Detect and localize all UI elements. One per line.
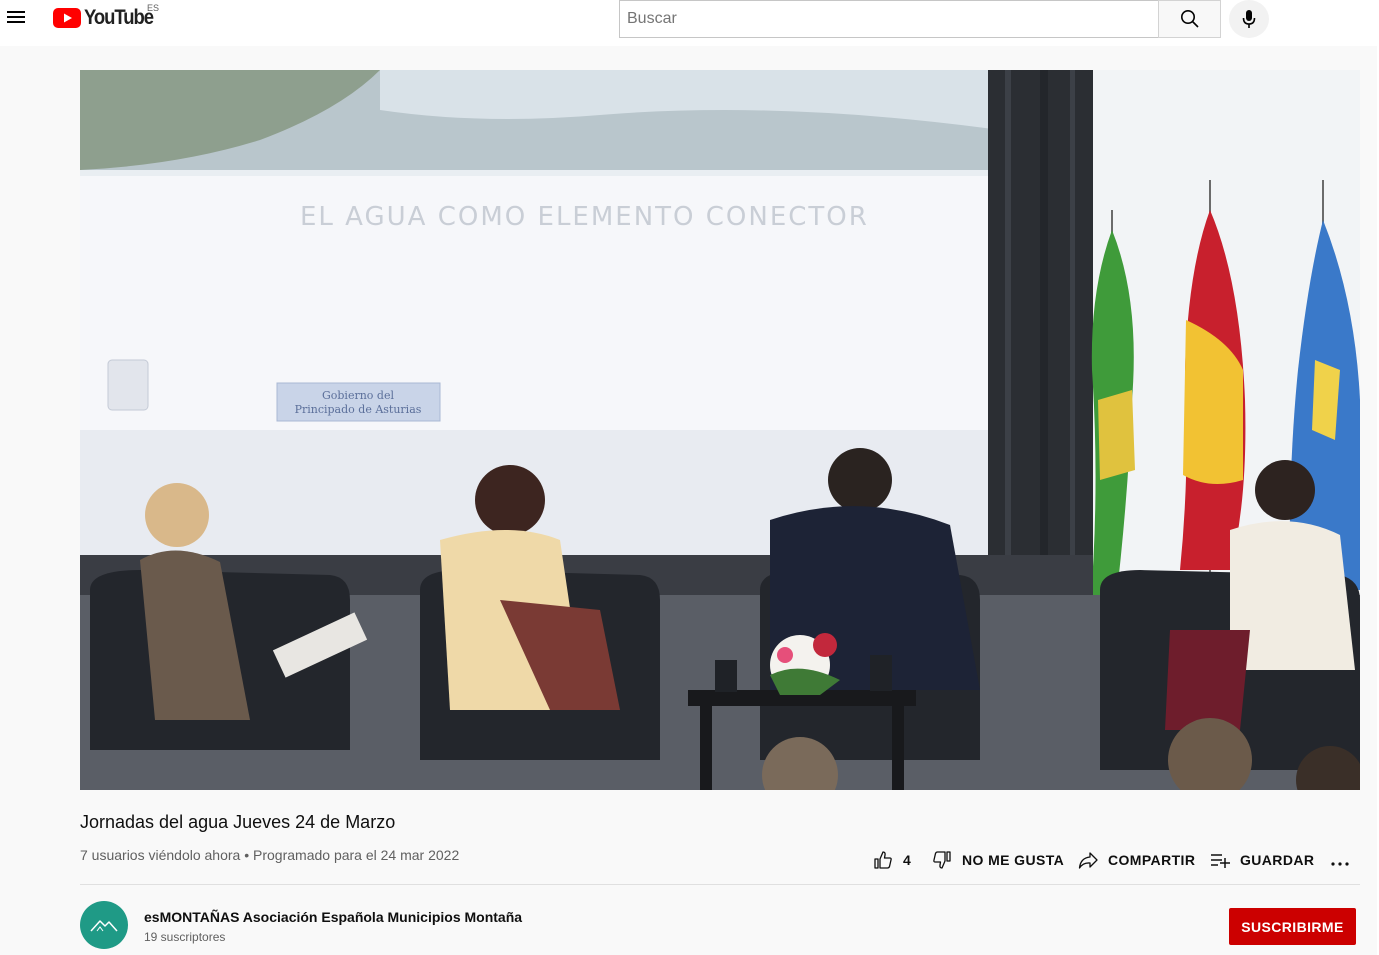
subscribe-button[interactable]: SUSCRIBIRME [1229, 908, 1356, 945]
menu-icon[interactable] [6, 8, 28, 28]
share-icon [1078, 852, 1098, 869]
channel-name[interactable]: esMONTAÑAS Asociación Española Municipio… [144, 909, 522, 925]
mountain-logo-icon [90, 920, 118, 932]
channel-avatar[interactable] [80, 901, 128, 949]
thumbs-up-icon [874, 851, 892, 869]
youtube-logo[interactable]: YouTube [53, 6, 162, 30]
subscriber-count: 19 suscriptores [144, 930, 226, 944]
search-icon [1180, 10, 1199, 28]
country-code: ES [147, 3, 160, 13]
search-input[interactable] [619, 0, 1158, 38]
youtube-play-icon [53, 8, 81, 28]
video-frame: EL AGUA COMO ELEMENTO CONECTOR Gobierno … [80, 70, 1360, 790]
search-bar [619, 0, 1221, 38]
video-player[interactable]: EL AGUA COMO ELEMENTO CONECTOR Gobierno … [80, 70, 1360, 790]
screen-logo-line2: Principado de Asturias [295, 403, 422, 416]
video-meta: 7 usuarios viéndolo ahora • Programado p… [80, 847, 460, 863]
save-playlist-icon [1211, 854, 1230, 868]
screen-logo-line1: Gobierno del [322, 389, 394, 402]
more-icon [1331, 862, 1349, 866]
screen-heading: EL AGUA COMO ELEMENTO CONECTOR [300, 202, 869, 232]
voice-search-button[interactable] [1229, 0, 1269, 38]
thumbs-down-icon [933, 851, 951, 869]
save-button[interactable]: GUARDAR [1210, 845, 1314, 875]
video-title: Jornadas del agua Jueves 24 de Marzo [80, 812, 396, 832]
masthead: YouTube ES [0, 0, 1379, 46]
like-button[interactable]: 4 [873, 845, 911, 875]
microphone-icon [1242, 10, 1256, 28]
divider [80, 884, 1360, 885]
search-button[interactable] [1158, 0, 1221, 38]
logo-wordmark: YouTube [84, 6, 154, 29]
dislike-button[interactable]: NO ME GUSTA [932, 845, 1064, 875]
share-button[interactable]: COMPARTIR [1078, 845, 1195, 875]
like-count: 4 [903, 852, 912, 868]
share-label: COMPARTIR [1108, 852, 1196, 868]
more-actions-button[interactable] [1330, 845, 1360, 875]
save-label: GUARDAR [1240, 852, 1315, 868]
dislike-label: NO ME GUSTA [962, 852, 1065, 868]
